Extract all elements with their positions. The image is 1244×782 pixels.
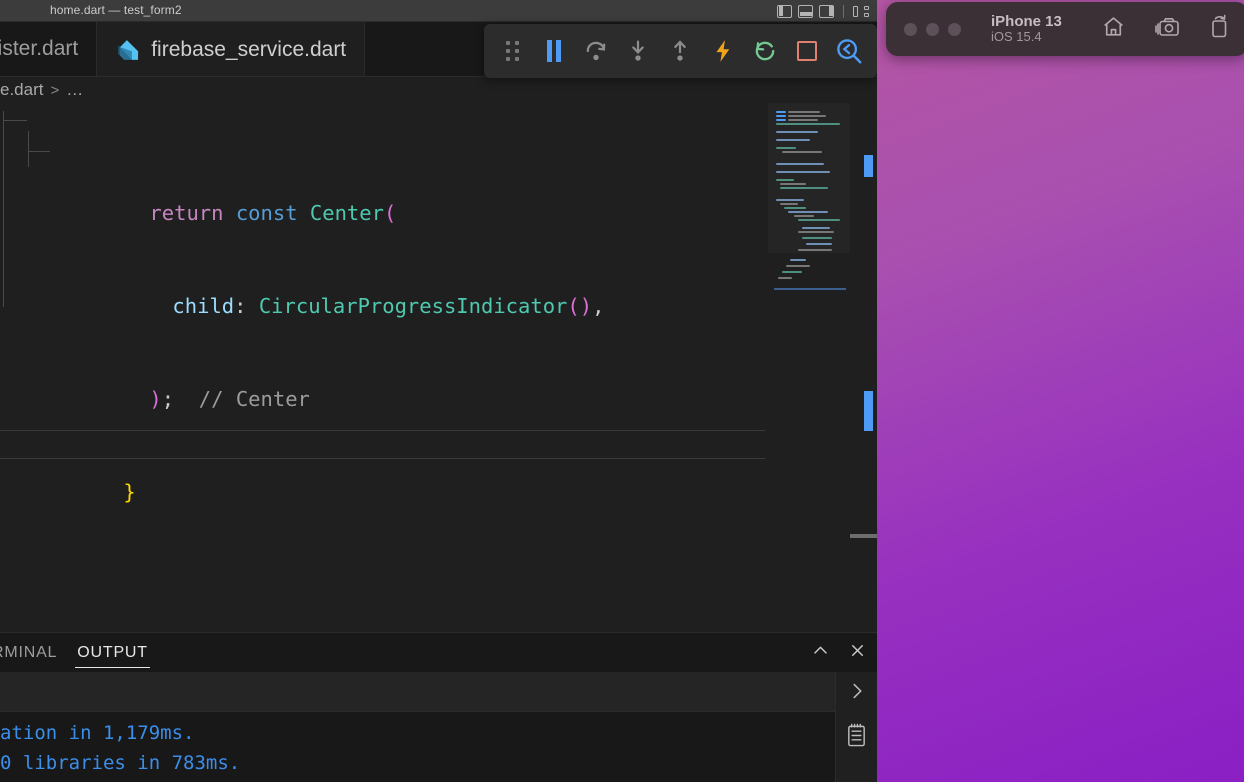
rotate-icon[interactable] [1208, 14, 1230, 44]
pause-icon[interactable] [536, 32, 572, 70]
chevron-right-icon: > [50, 81, 60, 99]
code-token: : [234, 294, 259, 318]
minimap[interactable] [768, 103, 850, 610]
stop-icon[interactable] [789, 32, 825, 70]
breadcrumb-rest[interactable]: … [66, 80, 83, 100]
drag-handle-icon[interactable] [494, 32, 530, 70]
home-icon[interactable] [1101, 14, 1126, 44]
step-out-icon[interactable] [662, 32, 698, 70]
traffic-lights[interactable] [904, 22, 961, 36]
inspect-widget-icon[interactable] [831, 32, 867, 70]
code-token: ; [161, 387, 175, 411]
chevron-up-icon[interactable] [811, 641, 830, 665]
code-token: ( [383, 201, 397, 225]
hot-reload-icon[interactable] [705, 32, 741, 70]
flutter-debug-toolbar[interactable] [484, 24, 877, 78]
step-into-icon[interactable] [620, 32, 656, 70]
bottom-panel: RMINAL OUTPUT ation in 1,179ms. [0, 632, 877, 782]
code-token: ) [149, 387, 162, 411]
code-token: const [235, 201, 298, 225]
tab-register-dart[interactable]: gister.dart [0, 22, 98, 76]
panel-tab-bar: RMINAL OUTPUT [0, 633, 877, 672]
zoom-button [948, 22, 961, 36]
panel-tab-terminal[interactable]: RMINAL [0, 633, 67, 672]
divider [843, 4, 844, 18]
code-editor[interactable]: return const Center( child: CircularProg… [0, 103, 877, 610]
code-token: return [149, 201, 224, 225]
code-token: , [592, 294, 605, 318]
ios-simulator: iPhone 13 iOS 15.4 [874, 0, 1244, 782]
panel-toggle-icon[interactable] [798, 4, 813, 18]
code-line: return const Center( [0, 167, 604, 225]
output-selection-strip [0, 672, 835, 712]
layout-toggle-group [777, 0, 869, 22]
notebook-icon[interactable] [845, 723, 868, 753]
chevron-right-icon[interactable] [846, 680, 868, 707]
tab-label: gister.dart [0, 37, 79, 60]
code-token: child [172, 294, 235, 318]
device-os: iOS 15.4 [991, 29, 1042, 45]
minimize-button [926, 22, 939, 36]
breadcrumb[interactable]: e.dart > … [0, 77, 877, 103]
tab-firebase-service-dart[interactable]: firebase_service.dart [97, 22, 366, 76]
title-bar: home.dart — test_form2 [0, 0, 877, 22]
device-name: iPhone 13 [991, 12, 1062, 30]
code-token: () [567, 294, 593, 318]
code-line: } [0, 446, 604, 504]
secondary-sidebar-toggle-icon[interactable] [819, 4, 834, 18]
code-token: } [123, 480, 136, 504]
editor-scrollbar[interactable] [850, 103, 877, 610]
panel-actions [811, 633, 867, 672]
hot-restart-icon[interactable] [747, 32, 783, 70]
vscode-window: home.dart — test_form2 gister.dart [0, 0, 877, 782]
code-content: return const Center( child: CircularProg… [0, 105, 604, 610]
customize-layout-icon[interactable] [853, 5, 869, 18]
panel-tab-label: RMINAL [0, 643, 58, 661]
scrollbar-thumb[interactable] [850, 534, 877, 538]
code-line: ); // Center [0, 353, 604, 411]
simulator-actions [1101, 14, 1230, 44]
step-over-icon[interactable] [578, 32, 614, 70]
window-title: home.dart — test_form2 [50, 3, 182, 17]
folded-region-divider [0, 430, 765, 431]
panel-tab-output[interactable]: OUTPUT [67, 633, 158, 672]
breadcrumb-file[interactable]: e.dart [0, 80, 43, 100]
simulator-device-info: iPhone 13 iOS 15.4 [991, 13, 1062, 45]
close-button [904, 22, 917, 36]
panel-tab-label: OUTPUT [77, 643, 148, 661]
code-comment: // Center [174, 387, 310, 411]
close-icon[interactable] [848, 641, 867, 665]
output-body[interactable]: ation in 1,179ms. 0 libraries in 783ms. [0, 672, 877, 782]
terminal-action-rail [835, 672, 877, 782]
folded-region-divider [0, 458, 765, 459]
scrollbar-decoration[interactable] [864, 155, 873, 177]
dart-icon [115, 37, 141, 63]
output-line: 0 libraries in 783ms. [0, 752, 241, 774]
primary-sidebar-toggle-icon[interactable] [777, 4, 792, 18]
code-line: child: CircularProgressIndicator(), [0, 260, 604, 318]
simulator-titlebar: iPhone 13 iOS 15.4 [886, 2, 1244, 56]
scrollbar-decoration[interactable] [864, 391, 873, 431]
code-token: Center [309, 201, 384, 225]
screenshot-icon[interactable] [1154, 15, 1180, 44]
desktop-background: home.dart — test_form2 gister.dart [0, 0, 1244, 782]
output-line: ation in 1,179ms. [0, 722, 195, 744]
tab-label: firebase_service.dart [151, 37, 347, 61]
code-token: CircularProgressIndicator [258, 294, 568, 318]
